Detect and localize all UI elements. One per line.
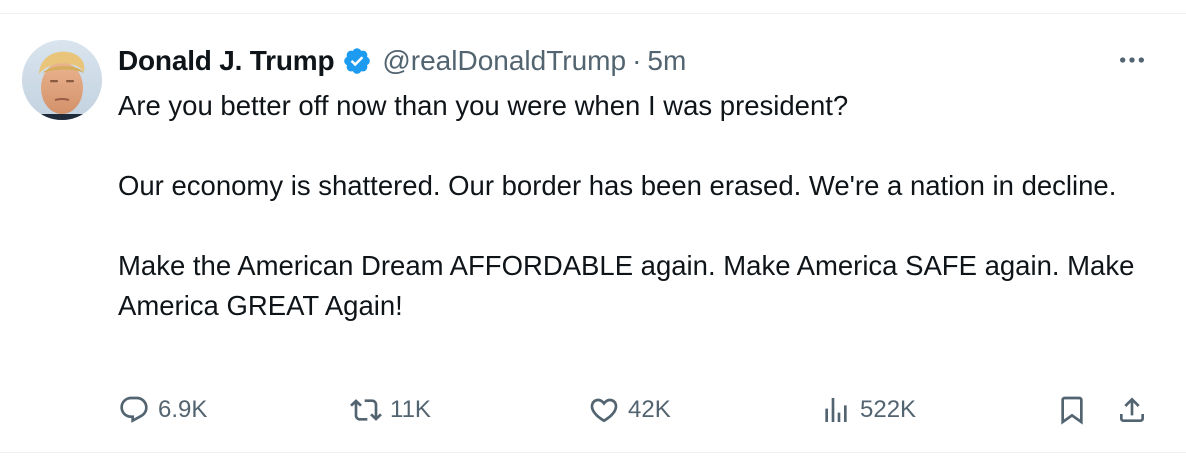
- repost-count: 11K: [390, 396, 431, 423]
- separator-dot: ·: [632, 45, 642, 76]
- avatar[interactable]: [22, 40, 102, 120]
- share-button[interactable]: [1116, 388, 1148, 432]
- reply-icon: [118, 394, 150, 426]
- repost-button[interactable]: 11K: [350, 388, 431, 432]
- author-handle[interactable]: @realDonaldTrump: [382, 45, 626, 77]
- verified-badge-icon: [342, 46, 372, 76]
- share-icon: [1116, 394, 1148, 426]
- like-button[interactable]: 42K: [588, 388, 671, 432]
- bottom-divider: [0, 452, 1186, 466]
- views-button[interactable]: 522K: [820, 388, 916, 432]
- repost-icon: [350, 394, 382, 426]
- heart-icon: [588, 394, 620, 426]
- views-chart-icon: [820, 394, 852, 426]
- timestamp[interactable]: 5m: [647, 45, 686, 77]
- views-count: 522K: [860, 396, 917, 423]
- reply-button[interactable]: 6.9K: [118, 388, 207, 432]
- like-count: 42K: [628, 396, 671, 423]
- more-horizontal-icon[interactable]: [1114, 48, 1150, 72]
- tweet[interactable]: Donald J. Trump @realDonaldTrump · 5m Ar…: [0, 14, 1186, 452]
- top-divider: [0, 0, 1186, 14]
- tweet-text: Are you better off now than you were whe…: [118, 86, 1138, 326]
- tweet-header: Donald J. Trump @realDonaldTrump · 5m: [118, 44, 686, 78]
- tweet-paragraph: Are you better off now than you were whe…: [118, 90, 849, 121]
- tweet-paragraph: Our economy is shattered. Our border has…: [118, 170, 1117, 201]
- bookmark-icon: [1056, 394, 1088, 426]
- tweet-actions: 6.9K 11K 42K 522K: [118, 388, 1158, 432]
- tweet-paragraph: Make the American Dream AFFORDABLE again…: [118, 250, 1135, 321]
- avatar-image: [22, 40, 102, 120]
- bookmark-button[interactable]: [1056, 388, 1088, 432]
- reply-count: 6.9K: [158, 396, 208, 423]
- author-name[interactable]: Donald J. Trump: [118, 45, 335, 77]
